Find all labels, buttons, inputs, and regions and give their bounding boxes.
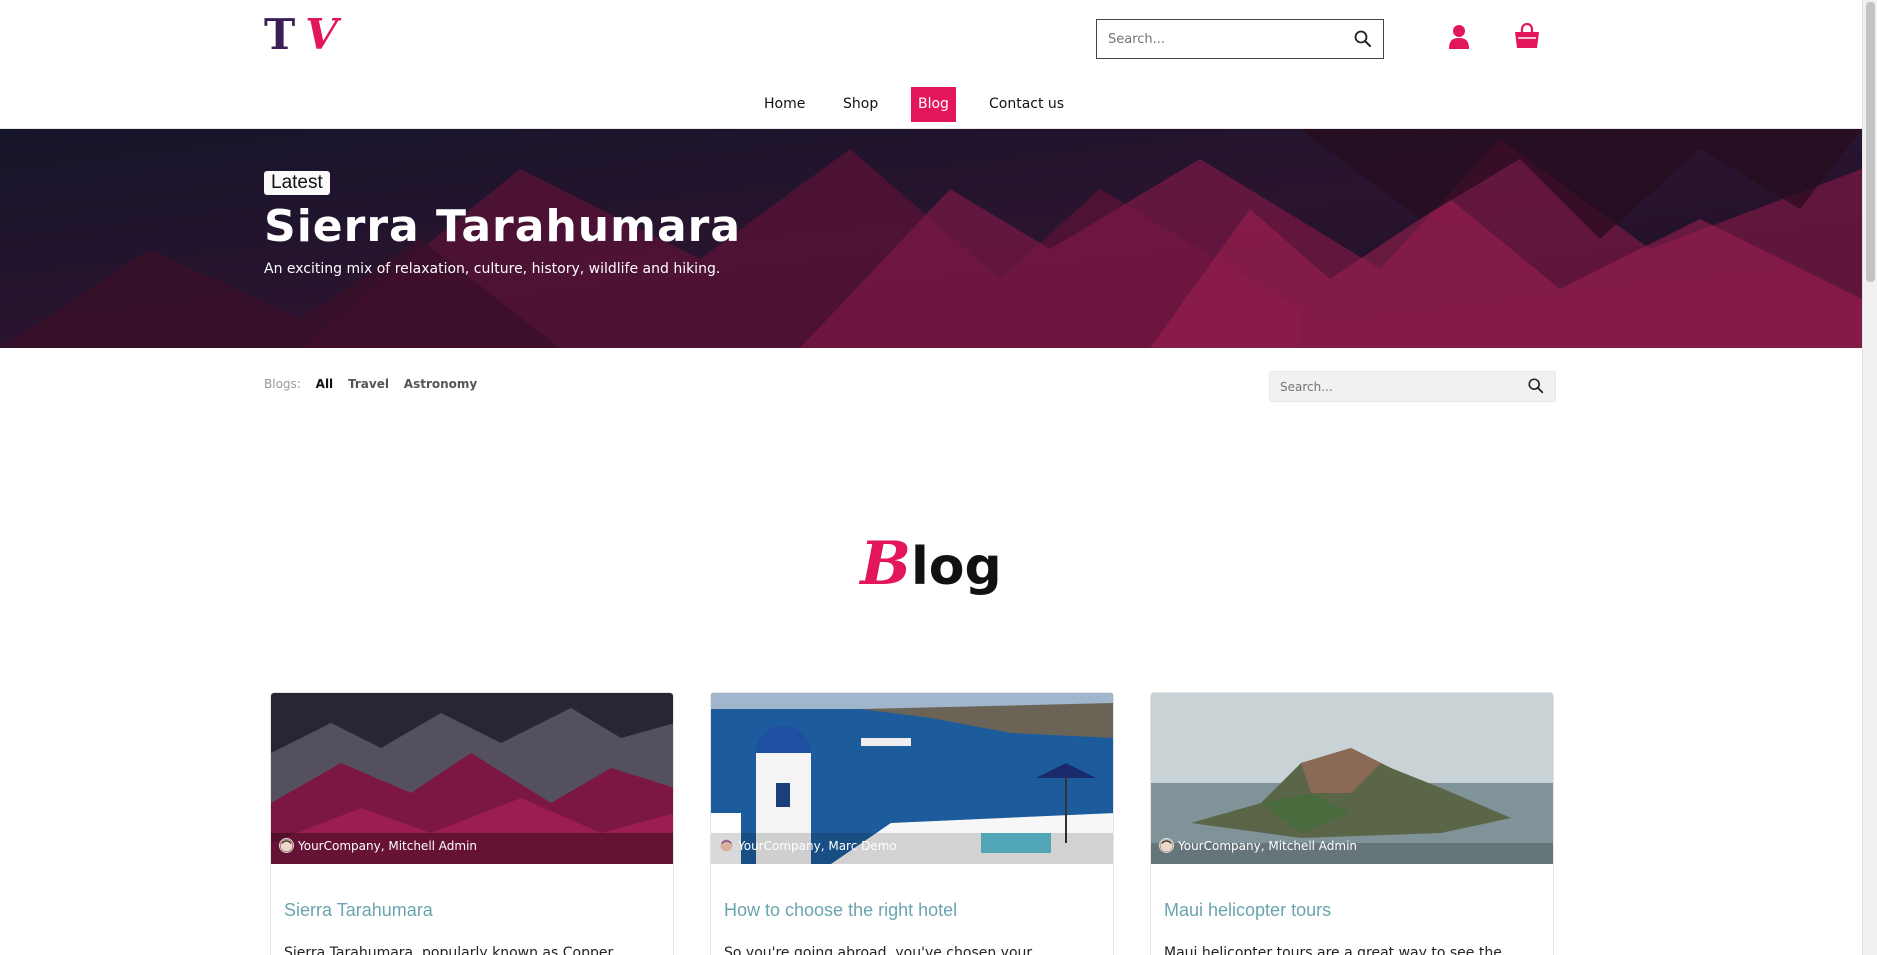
search-icon[interactable] <box>1353 29 1373 49</box>
hero-subtitle: An exciting mix of relaxation, culture, … <box>264 261 721 277</box>
post-excerpt: So you're going abroad, you've chosen yo… <box>724 945 1033 955</box>
avatar-icon <box>279 838 294 853</box>
logo-letter-v: V <box>305 10 338 59</box>
post-author: YourCompany, Mitchell Admin <box>279 838 477 853</box>
blog-heading: Blog <box>0 532 1862 599</box>
user-icon[interactable] <box>1448 24 1470 50</box>
main-nav: Home Shop Blog Contact us <box>0 87 1862 122</box>
nav-home[interactable]: Home <box>757 87 812 122</box>
post-title[interactable]: How to choose the right hotel <box>724 900 957 921</box>
blogs-filter-label: Blogs: <box>264 377 301 391</box>
post-excerpt: Maui helicopter tours are a great way to… <box>1164 945 1502 955</box>
logo-letter-t: T <box>264 10 296 59</box>
shopping-bag-icon[interactable] <box>1513 22 1541 50</box>
post-title[interactable]: Maui helicopter tours <box>1164 900 1331 921</box>
blog-search <box>1269 371 1556 402</box>
filter-travel[interactable]: Travel <box>348 377 389 391</box>
post-author: YourCompany, Mitchell Admin <box>1159 838 1357 853</box>
page: TV Home Shop Blog Contact us <box>0 0 1877 955</box>
avatar-icon <box>1159 838 1174 853</box>
search-icon[interactable] <box>1527 377 1545 395</box>
blog-search-input[interactable] <box>1270 372 1510 401</box>
blog-post-card[interactable]: YourCompany, Marc Demo How to choose the… <box>710 692 1114 955</box>
post-author-name: YourCompany, Marc Demo <box>738 838 897 853</box>
scrollbar-thumb[interactable] <box>1866 2 1875 282</box>
filter-all[interactable]: All <box>316 377 334 391</box>
nav-shop[interactable]: Shop <box>836 87 885 122</box>
header-search <box>1096 19 1384 59</box>
post-author: YourCompany, Marc Demo <box>719 838 897 853</box>
blog-filters: Blogs: All Travel Astronomy <box>264 377 488 397</box>
header-search-input[interactable] <box>1097 20 1337 58</box>
filter-astronomy[interactable]: Astronomy <box>404 377 477 391</box>
site-header: TV Home Shop Blog Contact us <box>0 0 1862 129</box>
post-excerpt: Sierra Tarahumara, popularly known as Co… <box>284 945 614 955</box>
nav-blog[interactable]: Blog <box>911 87 956 122</box>
blog-post-card[interactable]: YourCompany, Mitchell Admin Sierra Tarah… <box>270 692 674 955</box>
hero-title: Sierra Tarahumara <box>264 201 742 252</box>
blog-heading-initial: B <box>860 529 911 599</box>
hero-banner[interactable]: Latest Sierra Tarahumara An exciting mix… <box>0 129 1862 348</box>
page-scrollbar[interactable] <box>1862 0 1877 955</box>
avatar-icon <box>719 838 734 853</box>
post-author-name: YourCompany, Mitchell Admin <box>1178 838 1358 853</box>
latest-badge: Latest <box>264 171 330 195</box>
post-author-name: YourCompany, Mitchell Admin <box>298 838 478 853</box>
blog-post-card[interactable]: YourCompany, Mitchell Admin Maui helicop… <box>1150 692 1554 955</box>
site-logo[interactable]: TV <box>264 12 338 58</box>
nav-contact-us[interactable]: Contact us <box>982 87 1071 122</box>
post-title[interactable]: Sierra Tarahumara <box>284 900 433 921</box>
blog-heading-rest: log <box>910 537 1002 597</box>
